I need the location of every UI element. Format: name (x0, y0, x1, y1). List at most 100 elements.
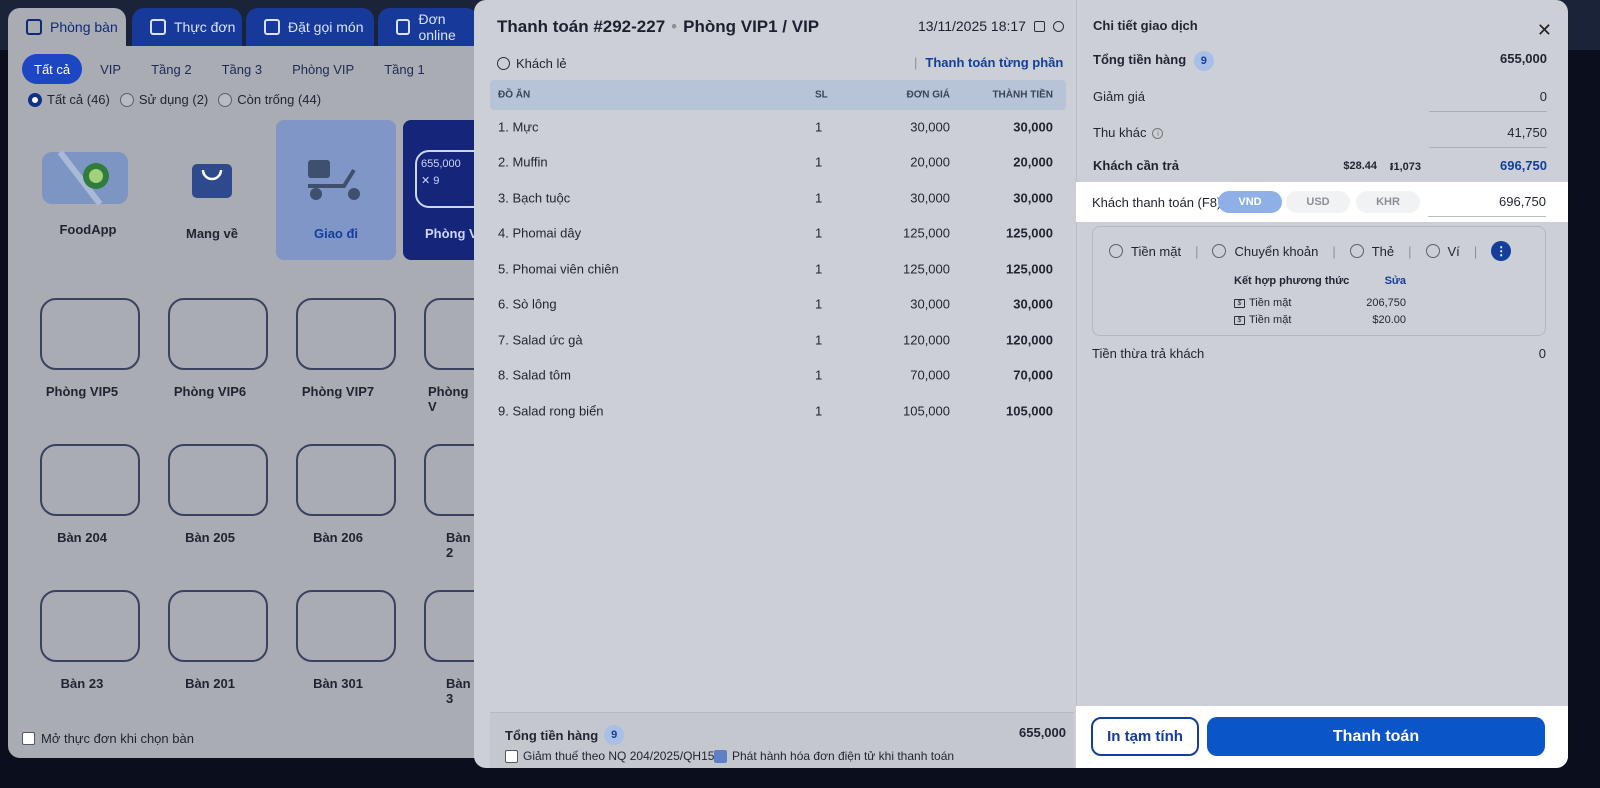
payment-method-box: Tiền mặt | Chuyển khoản | Thẻ | Ví | ⋮ K… (1092, 226, 1546, 336)
filter-tang-3[interactable]: Tầng 3 (210, 54, 274, 84)
table-row: 9. Salad rong biển 1 105,000 105,000 (498, 403, 1053, 419)
radio-icon (1425, 244, 1440, 258)
status-filter: Tất cả (46) Sử dụng (2) Còn trống (44) (28, 92, 321, 107)
combo-line: $ Tiền mặt 206,750 (1234, 295, 1406, 312)
table-ban-205[interactable]: Bàn 205 (150, 440, 270, 560)
card-phong-vip1[interactable]: 655,000 ✕ 9 Phòng V (403, 120, 483, 260)
cash-icon: $ (1234, 298, 1245, 308)
table-ban-201[interactable]: Bàn 201 (150, 586, 270, 706)
method-wallet[interactable]: Ví (1425, 244, 1460, 259)
radio-icon (1212, 244, 1227, 258)
table-phong-v[interactable]: Phòng V (406, 294, 476, 414)
filter-tang-1[interactable]: Tầng 1 (372, 54, 436, 84)
table-shape (40, 590, 140, 662)
checkbox-checked-icon (714, 749, 727, 763)
menu-icon (150, 19, 166, 35)
table-ban-3[interactable]: Bàn 3 (406, 586, 476, 706)
payment-datetime[interactable]: 13/11/2025 18:17 (918, 18, 1064, 34)
pay-button[interactable]: Thanh toán (1207, 717, 1545, 756)
bag-icon (396, 19, 411, 35)
table-row: 1. Mực 1 30,000 30,000 (498, 119, 1053, 135)
status-in-use[interactable]: Sử dụng (2) (119, 92, 208, 107)
tab-thuc-don[interactable]: Thực đơn (132, 8, 242, 46)
einvoice-checkbox[interactable]: Phát hành hóa đơn điện tử khi thanh toán (714, 749, 954, 763)
table-ban-2[interactable]: Bàn 2 (406, 440, 476, 560)
customer-selector[interactable]: Khách lẻ (497, 56, 567, 71)
table-shape (296, 444, 396, 516)
card-mang-ve[interactable]: Mang về (152, 120, 272, 260)
calendar-icon[interactable] (1033, 20, 1045, 32)
checkbox-icon (22, 732, 35, 745)
tax-reduction-checkbox[interactable]: Giảm thuế theo NQ 204/2025/QH15 (505, 749, 714, 763)
tab-don-online[interactable]: Đơn online (378, 8, 478, 46)
split-payment-link[interactable]: Thanh toán từng phần (914, 55, 1063, 70)
map-icon (42, 150, 128, 206)
order-icon (264, 19, 280, 35)
change-row: Tiền thừa trả khách 0 (1092, 346, 1546, 361)
order-total-value: 655,000 (1019, 725, 1066, 740)
print-draft-button[interactable]: In tạm tính (1091, 717, 1199, 756)
filter-phong-vip[interactable]: Phòng VIP (280, 54, 366, 84)
table-row: 7. Salad ức gà 1 120,000 120,000 (498, 332, 1053, 348)
table-row: 4. Phomai dây 1 125,000 125,000 (498, 225, 1053, 241)
table-shape (168, 444, 268, 516)
radio-icon (1109, 244, 1123, 258)
table-shape (296, 590, 396, 662)
edit-combo-link[interactable]: Sửa (1385, 275, 1406, 287)
table-shape (40, 444, 140, 516)
more-options-icon[interactable]: ⋮ (1491, 241, 1512, 261)
payment-modal: Thanh toán #292-227 • Phòng VIP1 / VIP 13/… (474, 0, 1568, 768)
combo-line: $ Tiền mặt $20.00 (1234, 312, 1406, 329)
card-foodapp[interactable]: FoodApp (28, 120, 148, 260)
table-ban-301[interactable]: Bàn 301 (278, 586, 398, 706)
order-panel: Thanh toán #292-227 • Phòng VIP1 / VIP 13/… (482, 0, 1074, 768)
table-ban-204[interactable]: Bàn 204 (22, 440, 142, 560)
table-shape (424, 298, 476, 370)
radio-icon (218, 92, 233, 107)
order-table-header: ĐỒ ĂN SL ĐƠN GIÁ THÀNH TIỀN (490, 80, 1066, 110)
table-row: 2. Muffin 1 20,000 20,000 (498, 154, 1053, 170)
table-phong-vip5[interactable]: Phòng VIP5 (22, 294, 142, 414)
table-phong-vip7[interactable]: Phòng VIP7 (278, 294, 398, 414)
table-shape (424, 444, 476, 516)
table-shape (424, 590, 476, 662)
filter-tang-2[interactable]: Tầng 2 (139, 54, 203, 84)
filter-vip[interactable]: VIP (88, 54, 133, 84)
cash-icon: $ (1234, 315, 1245, 325)
table-ban-23[interactable]: Bàn 23 (22, 586, 142, 706)
card-giao-di[interactable]: Giao đi (276, 120, 396, 260)
filter-all[interactable]: Tất cả (22, 54, 83, 84)
order-footer: Tổng tiền hàng 9 655,000 Giảm thuế theo … (490, 712, 1074, 768)
table-row: 6. Sò lông 1 30,000 30,000 (498, 296, 1053, 312)
payment-method-area: Tiền mặt | Chuyển khoản | Thẻ | Ví | ⋮ K… (1076, 0, 1568, 700)
shopping-bag-icon (192, 164, 232, 198)
status-empty[interactable]: Còn trống (44) (218, 92, 321, 107)
checkbox-icon (505, 749, 518, 763)
method-card[interactable]: Thẻ (1349, 244, 1394, 259)
table-shape (168, 298, 268, 370)
user-icon (497, 57, 510, 70)
item-count-badge: 9 (604, 725, 625, 745)
radio-icon (28, 92, 42, 107)
payment-title: Thanh toán #292-227 • Phòng VIP1 / VIP (497, 17, 820, 36)
open-menu-checkbox[interactable]: Mở thực đơn khi chọn bàn (22, 731, 194, 746)
payment-methods: Tiền mặt | Chuyển khoản | Thẻ | Ví | ⋮ (1109, 241, 1512, 261)
tab-dat-goi-mon[interactable]: Đặt gọi món (246, 8, 374, 46)
radio-icon (119, 92, 134, 107)
status-all[interactable]: Tất cả (46) (28, 92, 110, 107)
scooter-icon (308, 160, 360, 200)
radio-icon (1349, 244, 1364, 258)
table-shape (40, 298, 140, 370)
tab-phong-ban[interactable]: Phòng bàn (8, 8, 126, 46)
method-cash[interactable]: Tiền mặt (1109, 244, 1181, 259)
table-shape (296, 298, 396, 370)
table-icon (26, 19, 42, 35)
table-shape (168, 590, 268, 662)
clock-icon[interactable] (1052, 20, 1064, 32)
order-total-label: Tổng tiền hàng 9 (505, 725, 625, 745)
room-list-panel: Tất cả VIP Tầng 2 Tầng 3 Phòng VIP Tầng … (8, 46, 548, 758)
table-phong-vip6[interactable]: Phòng VIP6 (150, 294, 270, 414)
table-row: 5. Phomai viên chiên 1 125,000 125,000 (498, 261, 1053, 277)
method-transfer[interactable]: Chuyển khoản (1212, 244, 1318, 259)
table-ban-206[interactable]: Bàn 206 (278, 440, 398, 560)
